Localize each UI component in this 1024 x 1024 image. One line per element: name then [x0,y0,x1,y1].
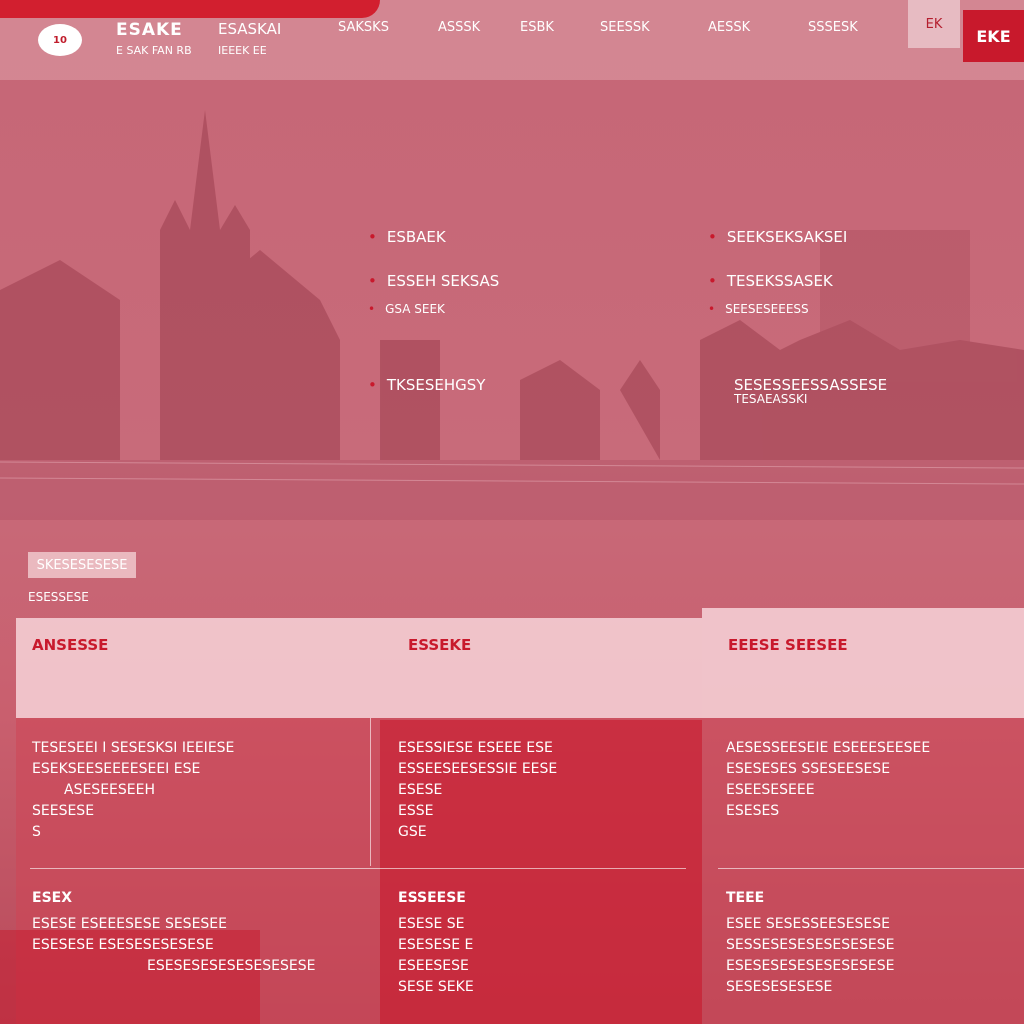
card-5-title[interactable]: ESSEESE [398,888,466,909]
brand-title: ESAKE [116,20,183,40]
highlight-right-3[interactable]: SEESESEEESS [708,302,809,316]
card-5-body[interactable]: ESESE SE ESESESE E ESEESESE SESE SEKE [398,914,668,998]
top-accent-stripe [0,0,380,18]
highlight-left-4[interactable]: TKSESEHGSY [368,376,486,394]
card-3-body[interactable]: AESESSEESEIE ESEEESEESEE ESESESES SSESEE… [726,738,1024,822]
university-logo[interactable]: 10 [38,24,82,56]
card-2-body[interactable]: ESESSIESE ESEEE ESE ESSEESEESESSIE EESE … [398,738,668,843]
highlight-right-2[interactable]: TESEKSSASEK [708,272,833,290]
news-panel-header [16,618,702,718]
sub-brand-title: ESASKAI [218,20,282,38]
card-3-title[interactable]: EEESE SEESEE [728,636,848,654]
highlight-left-1[interactable]: ESBAEK [368,228,446,246]
card-1-title[interactable]: ANSESSE [32,636,108,654]
language-switch-button[interactable]: EK [908,0,960,48]
highlight-left-2[interactable]: ESSEH SEKSAS [368,272,499,290]
highlight-right-5[interactable]: TESAEASSKI [734,392,807,406]
nav-item-2[interactable]: ASSSK [438,20,480,35]
card-2-title[interactable]: ESSEKE [408,636,471,654]
news-panel-right-header [702,608,1024,718]
brand-name[interactable]: ESAKE E SAK FAN RB [116,20,192,57]
card-4-body[interactable]: ESESE ESEEESESE SESESEE ESESESE ESESESES… [32,914,362,977]
card-4-title[interactable]: ESEX [32,888,72,909]
section-badge[interactable]: SKESESESESE [28,552,136,578]
highlight-left-3[interactable]: GSA SEEK [368,302,445,316]
column-divider [370,718,371,866]
login-button[interactable]: EKE [963,10,1024,62]
nav-item-1[interactable]: SAKSKS [338,20,389,35]
nav-item-4[interactable]: SEESSK [600,20,650,35]
card-6-title[interactable]: TEEE [726,888,764,909]
row-divider [30,868,686,869]
sub-brand-subtitle: IEEEK EE [218,44,267,57]
card-1-body[interactable]: TESESEEI I SESESKSI IEEIESE ESEKSEESEEEE… [32,738,362,843]
nav-item-3[interactable]: ESBK [520,20,554,35]
nav-item-5[interactable]: AESSK [708,20,750,35]
row-divider-right [718,868,1024,869]
castle-skyline-image [0,110,1024,520]
highlight-right-1[interactable]: SEEKSEKSAKSEI [708,228,847,246]
brand-subtitle: E SAK FAN RB [116,44,192,57]
section-badge-subtitle: ESESSESE [28,590,89,604]
nav-item-6[interactable]: SSSESK [808,20,858,35]
sub-brand: ESASKAI IEEEK EE [218,20,281,57]
card-6-body[interactable]: ESEE SESESSEESESESE SESSESESESESESESESE … [726,914,1024,998]
